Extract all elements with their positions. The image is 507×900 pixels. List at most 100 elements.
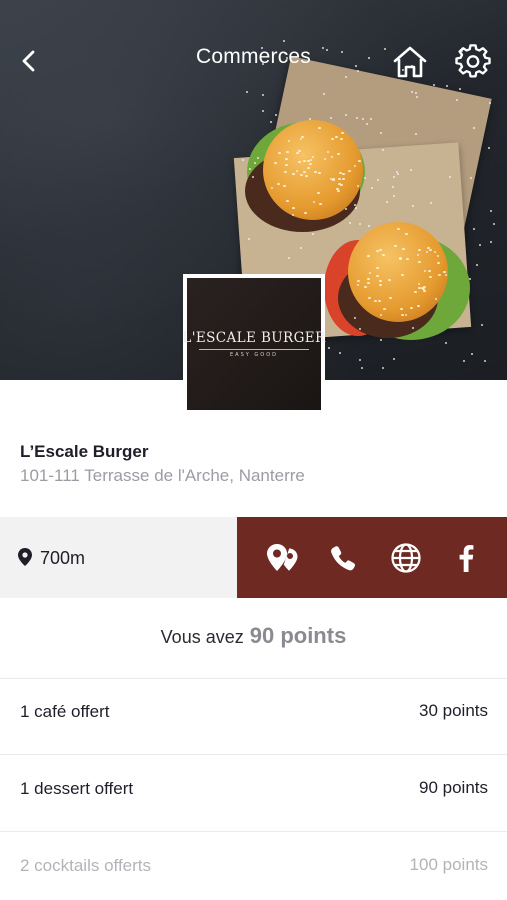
sesame-seed xyxy=(430,202,433,205)
bun-seed xyxy=(366,278,370,280)
sesame-seed xyxy=(241,158,244,161)
sesame-seed xyxy=(470,177,473,180)
action-row: 700m xyxy=(0,517,507,598)
sesame-seed xyxy=(271,186,274,189)
sesame-seed xyxy=(345,113,348,116)
sesame-seed xyxy=(488,102,491,105)
bun-seed xyxy=(285,200,289,202)
bun-seed xyxy=(417,286,421,289)
bun-seed xyxy=(405,233,408,236)
bun-seed xyxy=(428,270,432,272)
sesame-seed xyxy=(412,204,415,207)
bun-seed xyxy=(402,247,406,250)
sesame-seed xyxy=(377,179,380,182)
logo-title: L'ESCALE BURGER xyxy=(182,330,326,346)
sesame-seed xyxy=(311,156,314,159)
bun-seed xyxy=(377,299,381,302)
bun-seed xyxy=(284,164,288,167)
sesame-seed xyxy=(379,132,382,135)
bun-seed xyxy=(422,289,426,292)
sesame-seed xyxy=(445,273,448,276)
sesame-seed xyxy=(472,227,475,230)
reward-label: 1 café offert xyxy=(20,702,110,721)
bun-seed xyxy=(285,151,289,154)
directions-button[interactable] xyxy=(263,539,301,577)
settings-button[interactable] xyxy=(455,44,491,80)
reward-row[interactable]: 1 dessert offert 90 points xyxy=(0,755,507,831)
bun-seed xyxy=(339,138,343,141)
sesame-seed xyxy=(326,150,329,153)
bun-seed xyxy=(341,173,345,175)
sesame-seed xyxy=(262,109,265,112)
sesame-seed xyxy=(256,157,259,160)
bun-seed xyxy=(307,167,310,170)
sesame-seed xyxy=(367,225,370,228)
shop-address: 101-111 Terrasse de l'Arche, Nanterre xyxy=(20,466,305,485)
sesame-seed xyxy=(246,91,249,93)
bun-seed xyxy=(379,280,383,283)
phone-button[interactable] xyxy=(324,539,362,577)
bun-seed xyxy=(382,307,386,310)
facebook-button[interactable] xyxy=(447,539,485,577)
sesame-seed xyxy=(396,172,399,175)
sesame-seed xyxy=(463,359,466,362)
sesame-seed xyxy=(469,278,472,281)
sesame-seed xyxy=(327,347,330,349)
bun-seed xyxy=(285,158,289,161)
bun-seed xyxy=(429,249,433,252)
sesame-seed xyxy=(481,323,483,326)
sesame-seed xyxy=(448,176,451,178)
sesame-seed xyxy=(249,168,252,171)
bun-seed xyxy=(373,300,377,303)
bun-seed xyxy=(306,160,310,163)
sesame-seed xyxy=(455,98,458,101)
sesame-seed xyxy=(311,233,314,236)
bun-seed xyxy=(399,257,403,260)
sesame-seed xyxy=(416,95,418,98)
sesame-seed xyxy=(418,283,421,286)
bun-seed xyxy=(284,170,288,173)
reward-points: 30 points xyxy=(419,701,488,720)
sesame-seed xyxy=(253,161,256,164)
bun-seed xyxy=(348,170,352,172)
sesame-seed xyxy=(354,316,357,319)
home-button[interactable] xyxy=(391,44,429,80)
sesame-seed xyxy=(392,194,395,197)
bun-seed xyxy=(304,174,308,177)
sesame-seed xyxy=(357,283,360,286)
sesame-seed xyxy=(354,164,357,167)
globe-icon xyxy=(391,543,421,573)
sesame-seed xyxy=(488,147,491,150)
bun-seed xyxy=(339,184,343,187)
sesame-seed xyxy=(362,117,365,120)
reward-label: 2 cocktails offerts xyxy=(20,856,152,875)
sesame-seed xyxy=(299,247,302,250)
sesame-seed xyxy=(435,298,438,301)
bun-seed xyxy=(337,189,340,192)
reward-row[interactable]: 1 café offert 30 points xyxy=(0,678,507,754)
page-title: Commerces xyxy=(196,45,311,68)
bun-seed xyxy=(367,254,370,257)
sesame-seed xyxy=(299,137,302,140)
sesame-seed xyxy=(262,93,265,96)
points-summary: Vous avez 90 points xyxy=(0,623,507,649)
bun-seed xyxy=(417,305,421,308)
sesame-seed xyxy=(324,158,327,160)
sesame-seed xyxy=(349,221,351,224)
sesame-seed xyxy=(357,185,360,187)
directions-icon xyxy=(267,544,298,571)
shop-name: L’Escale Burger xyxy=(20,442,149,461)
phone-icon xyxy=(331,546,356,571)
sesame-seed xyxy=(364,176,367,179)
bun-seed xyxy=(378,284,382,287)
sesame-seed xyxy=(355,116,358,119)
bun-seed xyxy=(295,152,299,155)
bun-seed xyxy=(318,172,322,175)
sesame-seed xyxy=(492,223,495,226)
website-button[interactable] xyxy=(387,539,425,577)
bun-seed xyxy=(342,178,346,181)
sesame-seed xyxy=(475,263,478,266)
bun-seed xyxy=(283,185,287,188)
bun-seed xyxy=(376,274,379,277)
sesame-seed xyxy=(344,208,347,211)
